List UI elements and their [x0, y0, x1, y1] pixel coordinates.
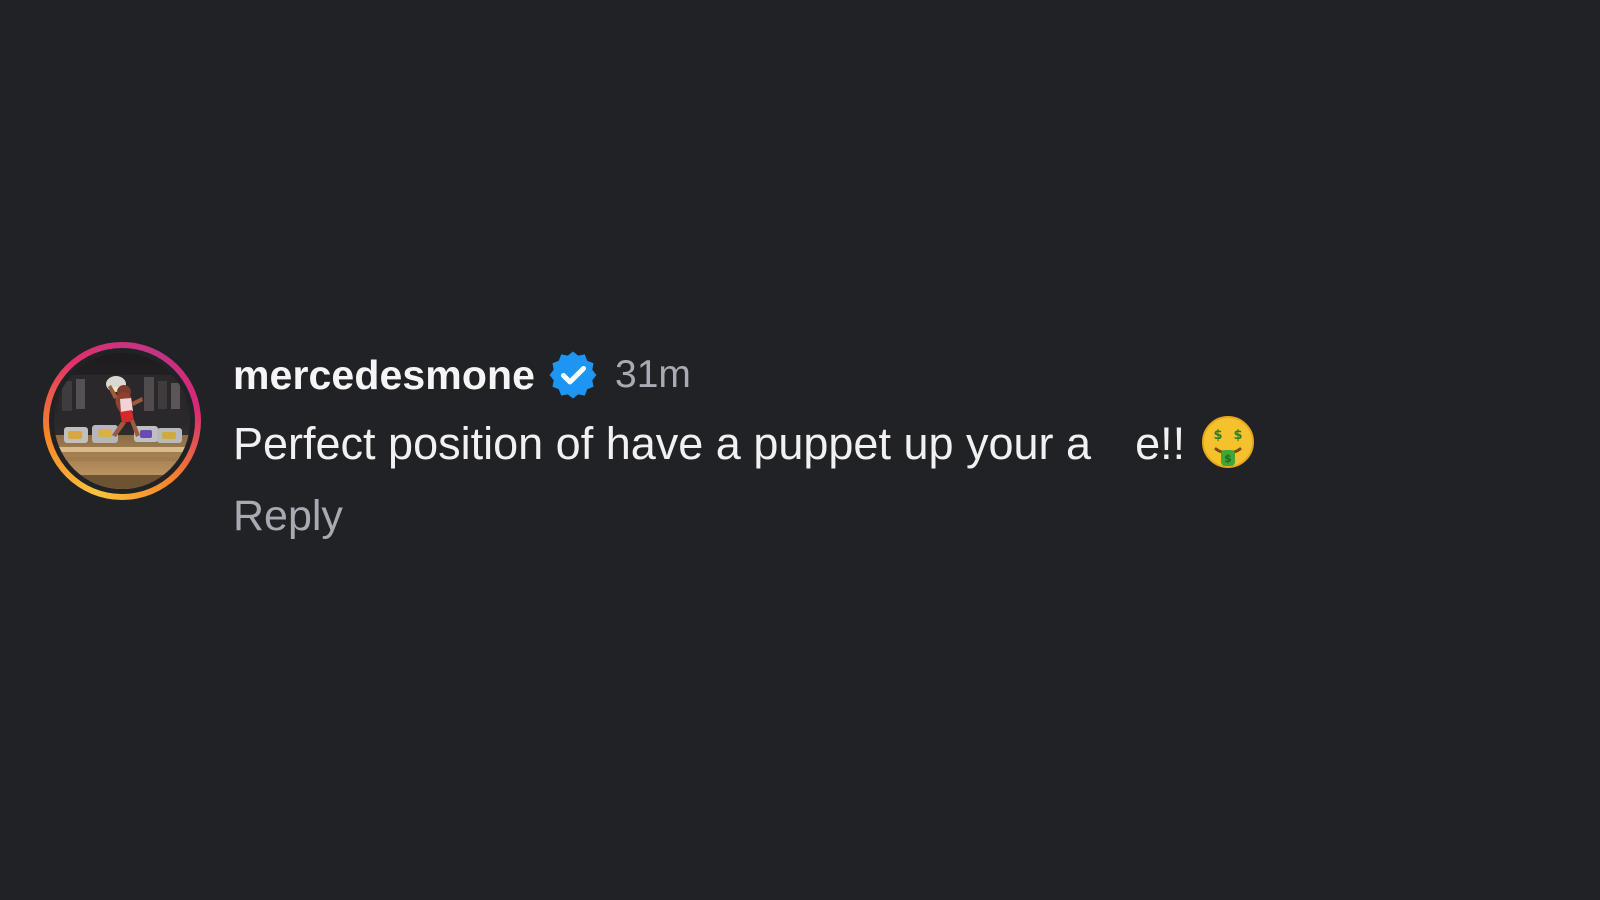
- comment-text-part-2: e!!: [1135, 418, 1186, 469]
- comment-item: mercedesmone 31m Perfect position of hav…: [43, 342, 1543, 562]
- reply-button[interactable]: Reply: [233, 488, 343, 544]
- svg-text:$: $: [1224, 452, 1232, 465]
- comment-text: Perfect position of have a puppet up you…: [233, 416, 1257, 472]
- avatar-story-ring[interactable]: [43, 342, 201, 500]
- username[interactable]: mercedesmone: [233, 350, 535, 400]
- comment-text-part-1: Perfect position of have a puppet up you…: [233, 418, 1092, 469]
- comment-header: mercedesmone 31m: [233, 350, 691, 400]
- comment-timestamp: 31m: [615, 353, 691, 396]
- comment-screen: mercedesmone 31m Perfect position of hav…: [0, 0, 1600, 900]
- profile-photo: [54, 353, 190, 489]
- avatar[interactable]: [54, 353, 190, 489]
- money-mouth-face-icon: $ $ $: [1199, 415, 1257, 473]
- comment-content: mercedesmone 31m Perfect position of hav…: [233, 342, 1533, 562]
- svg-text:$: $: [1214, 428, 1223, 443]
- verified-badge-icon: [549, 351, 597, 399]
- svg-text:$: $: [1234, 428, 1243, 443]
